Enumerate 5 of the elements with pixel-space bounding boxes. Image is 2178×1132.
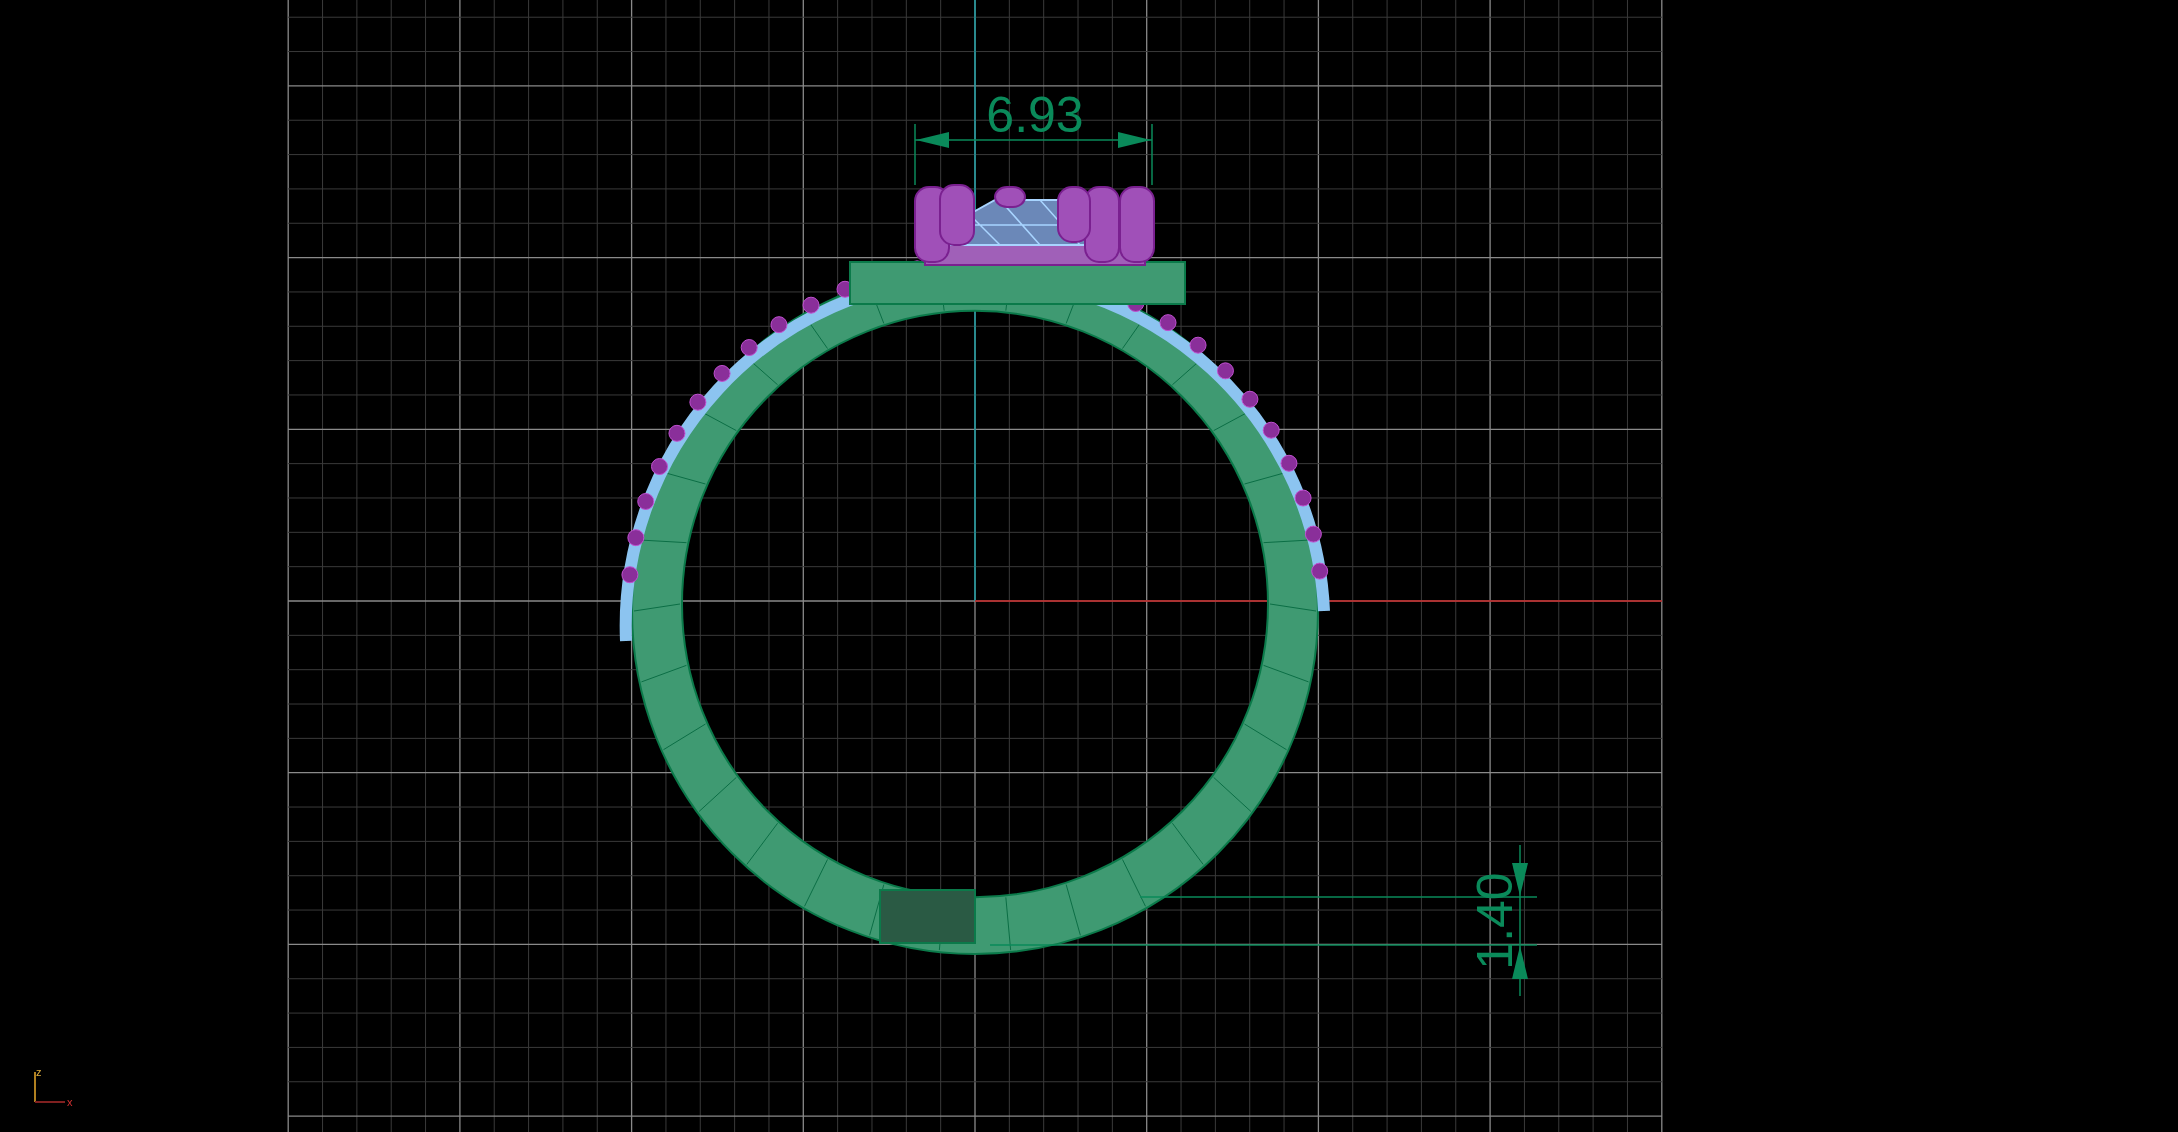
dimension-label: 1.40 xyxy=(1467,872,1523,970)
axis-label: x xyxy=(67,1096,73,1108)
dimension-label: 6.93 xyxy=(986,87,1084,143)
axis-triad-icon xyxy=(34,1071,66,1103)
axis-label: z xyxy=(36,1066,42,1078)
